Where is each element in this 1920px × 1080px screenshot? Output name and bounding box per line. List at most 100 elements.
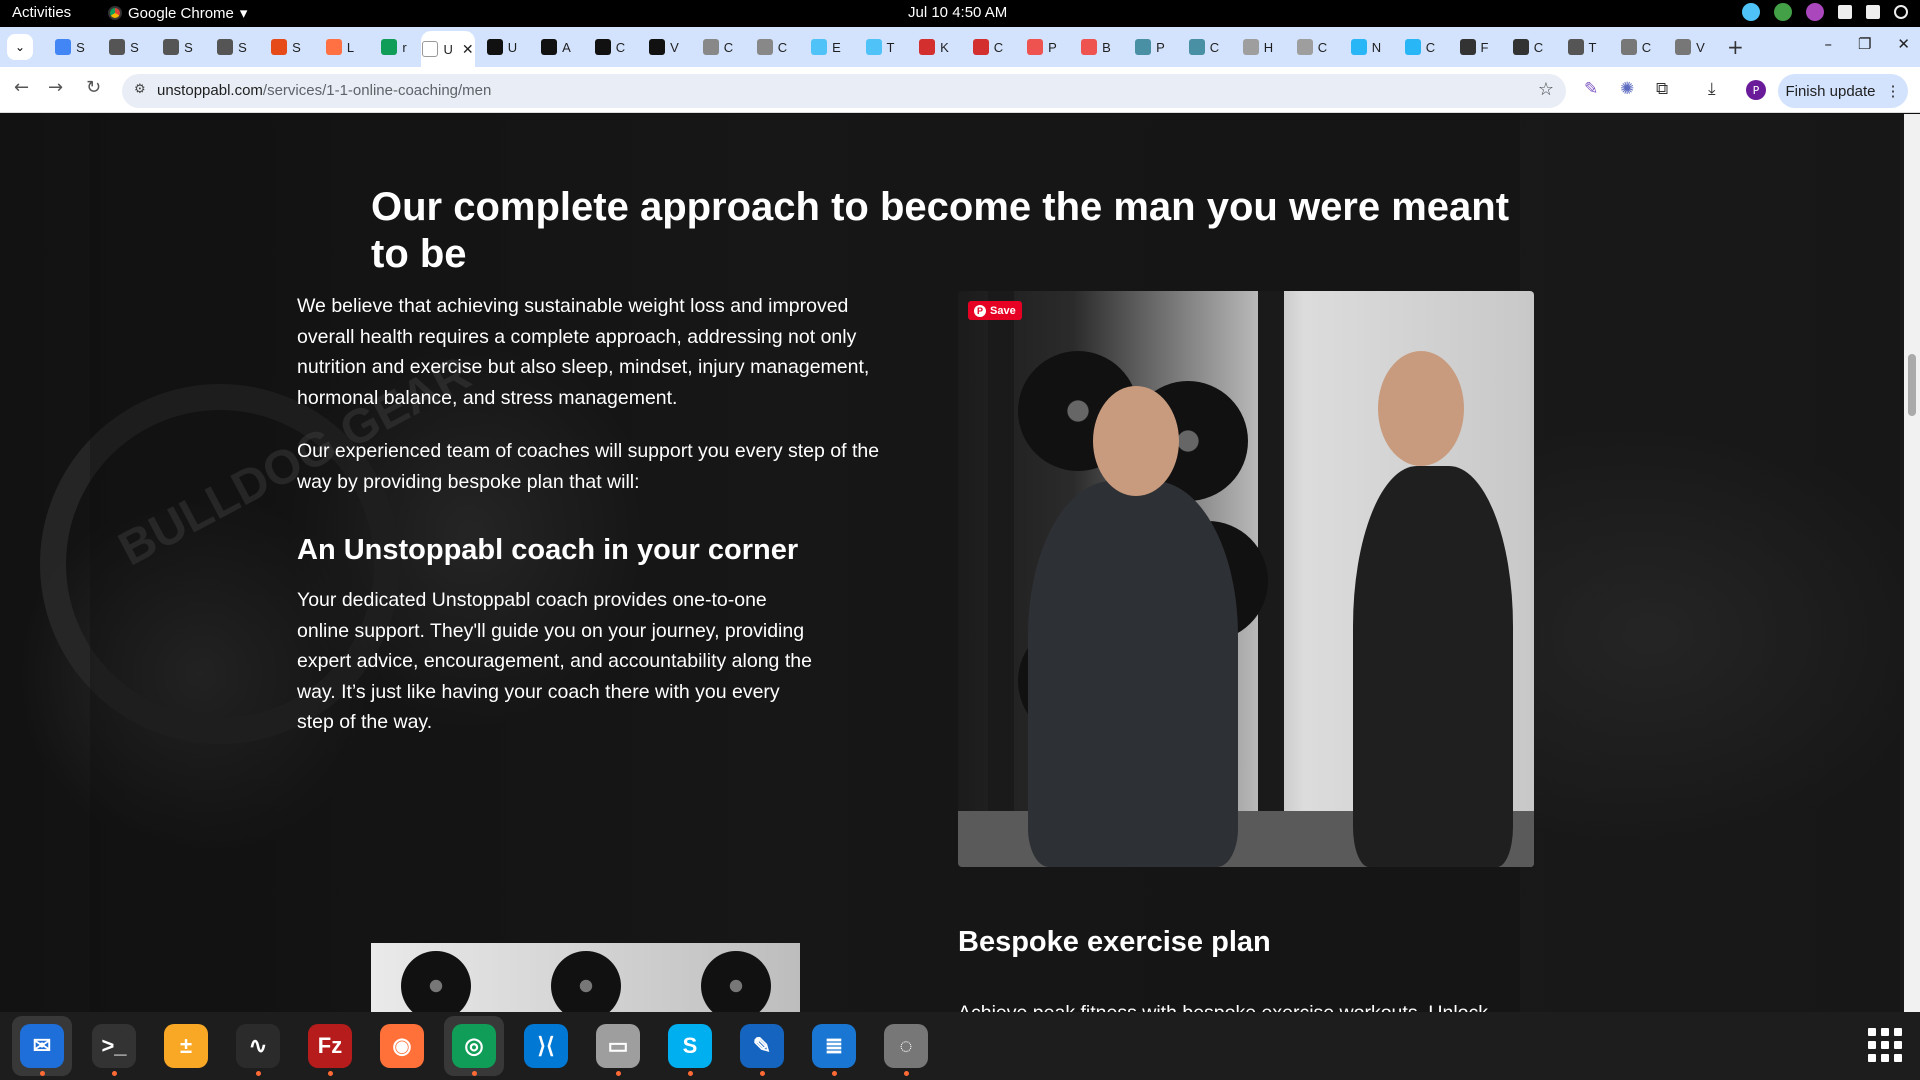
pen-extension-icon[interactable]: ✎ — [1584, 79, 1598, 99]
new-tab-button[interactable]: + — [1727, 35, 1744, 59]
tray-app-icon[interactable] — [1774, 3, 1792, 21]
page-scrollbar[interactable] — [1904, 114, 1920, 1012]
tab-label: B — [1102, 39, 1111, 55]
close-tab-icon[interactable]: ✕ — [462, 41, 474, 58]
tab[interactable]: K — [907, 31, 961, 63]
dock-files[interactable]: ▭ — [588, 1016, 648, 1076]
show-apps-button[interactable] — [1868, 1028, 1902, 1062]
gear-extension-icon[interactable]: ✺ — [1620, 79, 1634, 99]
tab-label: C — [1641, 39, 1652, 55]
tab[interactable]: T — [853, 31, 907, 63]
tab[interactable]: S — [43, 31, 97, 63]
tab[interactable]: V — [637, 31, 691, 63]
system-tray[interactable] — [1742, 3, 1908, 21]
dock-libreoffice-writer[interactable]: ≣ — [804, 1016, 864, 1076]
finish-update-button[interactable]: Finish update ⋮ — [1778, 74, 1908, 108]
tab[interactable]: C — [1609, 31, 1663, 63]
tab[interactable]: C — [961, 31, 1015, 63]
reload-button[interactable]: ↻ — [86, 77, 101, 98]
tray-app-icon[interactable] — [1742, 3, 1760, 21]
tab-favicon-icon — [1081, 39, 1098, 55]
tab-favicon-icon — [1459, 39, 1476, 55]
activities-button[interactable]: Activities — [12, 4, 71, 21]
tab-label: r — [402, 39, 407, 55]
dock-firefox[interactable]: ◉ — [372, 1016, 432, 1076]
tab[interactable]: B — [1069, 31, 1123, 63]
coach-right-head — [1378, 351, 1464, 466]
tab[interactable]: T — [1555, 31, 1609, 63]
scrollbar-thumb[interactable] — [1908, 354, 1916, 416]
tab[interactable]: C — [1501, 31, 1555, 63]
app-name: Google Chrome — [128, 4, 234, 22]
dock-chrome[interactable]: ◎ — [444, 1016, 504, 1076]
tab[interactable]: L — [313, 31, 367, 63]
tab[interactable]: A — [529, 31, 583, 63]
tab-label: S — [76, 39, 85, 55]
clock[interactable]: Jul 10 4:50 AM — [908, 4, 1007, 21]
tab[interactable]: S — [151, 31, 205, 63]
dock-calculator[interactable]: ± — [156, 1016, 216, 1076]
tab[interactable]: C — [1285, 31, 1339, 63]
tab-label: U — [443, 41, 453, 57]
app-menu[interactable]: Google Chrome ▾ — [108, 4, 247, 22]
tab[interactable]: F — [1447, 31, 1501, 63]
tab-label: H — [1263, 39, 1274, 55]
bookmark-star-icon[interactable]: ☆ — [1538, 79, 1554, 100]
dock-system-monitor[interactable]: ∿ — [228, 1016, 288, 1076]
tab[interactable]: V — [1663, 31, 1717, 63]
dock-vscode[interactable]: ⟩⟨ — [516, 1016, 576, 1076]
url-text[interactable]: unstoppabl.com/services/1-1-online-coach… — [157, 82, 491, 99]
tab[interactable]: r — [367, 31, 421, 63]
profile-avatar[interactable]: P — [1746, 80, 1766, 100]
forward-button[interactable]: → — [48, 77, 63, 98]
tab[interactable]: P — [1123, 31, 1177, 63]
tab[interactable]: C — [745, 31, 799, 63]
tab-favicon-icon — [55, 39, 72, 55]
tab-label: T — [886, 39, 895, 55]
tab[interactable]: U — [475, 31, 529, 63]
browser-toolbar: ← → ↻ ⚙ unstoppabl.com/services/1-1-onli… — [0, 67, 1920, 113]
tab-active[interactable]: U ✕ — [421, 31, 475, 67]
tab[interactable]: C — [1177, 31, 1231, 63]
tab[interactable]: S — [205, 31, 259, 63]
gym-equipment-photo — [371, 943, 800, 1012]
back-button[interactable]: ← — [14, 77, 29, 98]
tab[interactable]: S — [97, 31, 151, 63]
dock-disk-utility[interactable]: ◌ — [876, 1016, 936, 1076]
power-icon[interactable] — [1894, 5, 1908, 19]
close-window-button[interactable]: ✕ — [1897, 35, 1910, 53]
tab[interactable]: C — [583, 31, 637, 63]
site-info-icon[interactable]: ⚙ — [134, 82, 146, 97]
dock-terminal[interactable]: >_ — [84, 1016, 144, 1076]
tab[interactable]: H — [1231, 31, 1285, 63]
firefox-icon: ◉ — [380, 1024, 424, 1068]
tab-label: C — [1425, 39, 1436, 55]
pinterest-save-button[interactable]: P Save — [968, 301, 1022, 320]
tab-label: C — [615, 39, 626, 55]
tab[interactable]: C — [691, 31, 745, 63]
chrome-icon — [108, 6, 122, 20]
tab[interactable]: P — [1015, 31, 1069, 63]
minimize-button[interactable]: – — [1824, 35, 1832, 53]
tray-app-icon[interactable] — [1806, 3, 1824, 21]
tab[interactable]: S — [259, 31, 313, 63]
dock-filezilla[interactable]: Fz — [300, 1016, 360, 1076]
extensions-icon[interactable]: ⧉ — [1656, 79, 1668, 99]
download-icon[interactable]: ⤓ — [1708, 79, 1716, 99]
tab-favicon-icon — [1512, 39, 1529, 55]
restore-button[interactable]: ❐ — [1858, 35, 1871, 53]
dock-thunderbird[interactable]: ✉ — [12, 1016, 72, 1076]
weight-plate — [701, 951, 771, 1012]
tab-search-button[interactable]: ⌄ — [7, 34, 33, 60]
volume-icon[interactable] — [1866, 5, 1880, 19]
tab[interactable]: C — [1393, 31, 1447, 63]
address-bar[interactable]: ⚙ unstoppabl.com/services/1-1-online-coa… — [122, 74, 1566, 108]
tab[interactable]: N — [1339, 31, 1393, 63]
tab-favicon-icon — [541, 39, 558, 55]
tab-favicon-icon — [919, 39, 936, 55]
dock-text-editor[interactable]: ✎ — [732, 1016, 792, 1076]
tab-favicon-icon — [1027, 39, 1044, 55]
dock-skype[interactable]: S — [660, 1016, 720, 1076]
tab[interactable]: E — [799, 31, 853, 63]
network-icon[interactable] — [1838, 5, 1852, 19]
